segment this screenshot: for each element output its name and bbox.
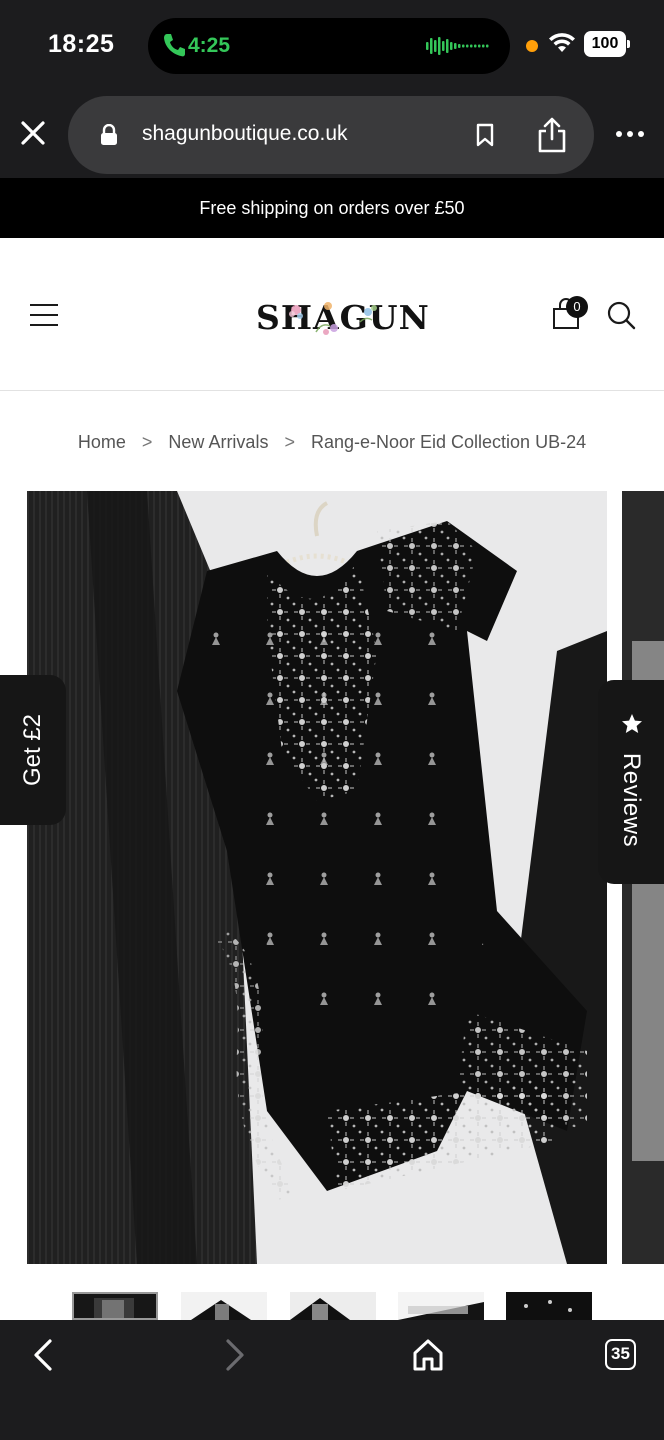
thumbnail-4[interactable] (398, 1292, 484, 1320)
thumbnail-strip (0, 1290, 664, 1320)
site-header: SHAGUN 0 (0, 238, 664, 391)
wifi-icon (549, 33, 575, 52)
reviews-tab[interactable]: Reviews (598, 680, 664, 884)
address-bar[interactable]: shagunboutique.co.uk (68, 96, 594, 174)
breadcrumb-current: Rang-e-Noor Eid Collection UB-24 (310, 432, 587, 452)
tab-count-button[interactable]: 35 (605, 1339, 636, 1370)
battery-icon: 100 (584, 31, 630, 57)
lock-icon (101, 124, 117, 145)
share-icon[interactable] (536, 116, 568, 154)
reviews-label: Reviews (618, 752, 645, 848)
product-photo (27, 491, 607, 1264)
battery-level: 100 (584, 31, 626, 57)
url-text[interactable]: shagunboutique.co.uk (142, 122, 348, 146)
star-icon (622, 714, 642, 733)
close-icon[interactable] (18, 118, 48, 148)
browser-bottom-toolbar: 35 (0, 1320, 664, 1440)
back-icon[interactable] (30, 1338, 56, 1372)
thumbnail-2[interactable] (181, 1292, 267, 1320)
call-duration: 4:25 (188, 34, 231, 57)
search-icon[interactable] (606, 300, 636, 330)
cart-count-badge[interactable]: 0 (566, 296, 588, 318)
get-discount-label: Get £2 (19, 713, 46, 787)
get-discount-tab[interactable]: Get £2 (0, 675, 66, 825)
thumbnail-5[interactable] (506, 1292, 592, 1320)
chevron-right-icon: > (141, 432, 153, 452)
active-call-pill[interactable]: 4:25 (148, 18, 510, 74)
phone-icon (164, 34, 185, 57)
breadcrumb-home[interactable]: Home (78, 432, 126, 452)
privacy-indicator-dot (526, 40, 538, 52)
announcement-bar[interactable]: Free shipping on orders over £50 (0, 178, 664, 238)
product-main-image[interactable] (27, 491, 607, 1264)
home-icon[interactable] (412, 1338, 444, 1372)
waveform-icon (426, 37, 489, 55)
breadcrumb-new-arrivals[interactable]: New Arrivals (168, 432, 268, 452)
menu-icon[interactable] (30, 304, 58, 326)
browser-top-chrome: 18:25 4:25 100 shagunboutique.co.uk (0, 0, 664, 178)
breadcrumb: Home > New Arrivals > Rang-e-Noor Eid Collec… (0, 432, 664, 453)
site-logo[interactable]: SHAGUN (256, 292, 429, 342)
status-time: 18:25 (48, 30, 115, 58)
thumbnail-3[interactable] (290, 1292, 376, 1320)
thumbnail-1[interactable] (72, 1292, 158, 1320)
chevron-right-icon: > (284, 432, 295, 452)
bookmark-icon[interactable] (475, 123, 495, 147)
more-icon[interactable] (614, 124, 646, 144)
logo-flowers (289, 302, 377, 335)
forward-icon[interactable] (222, 1338, 248, 1372)
